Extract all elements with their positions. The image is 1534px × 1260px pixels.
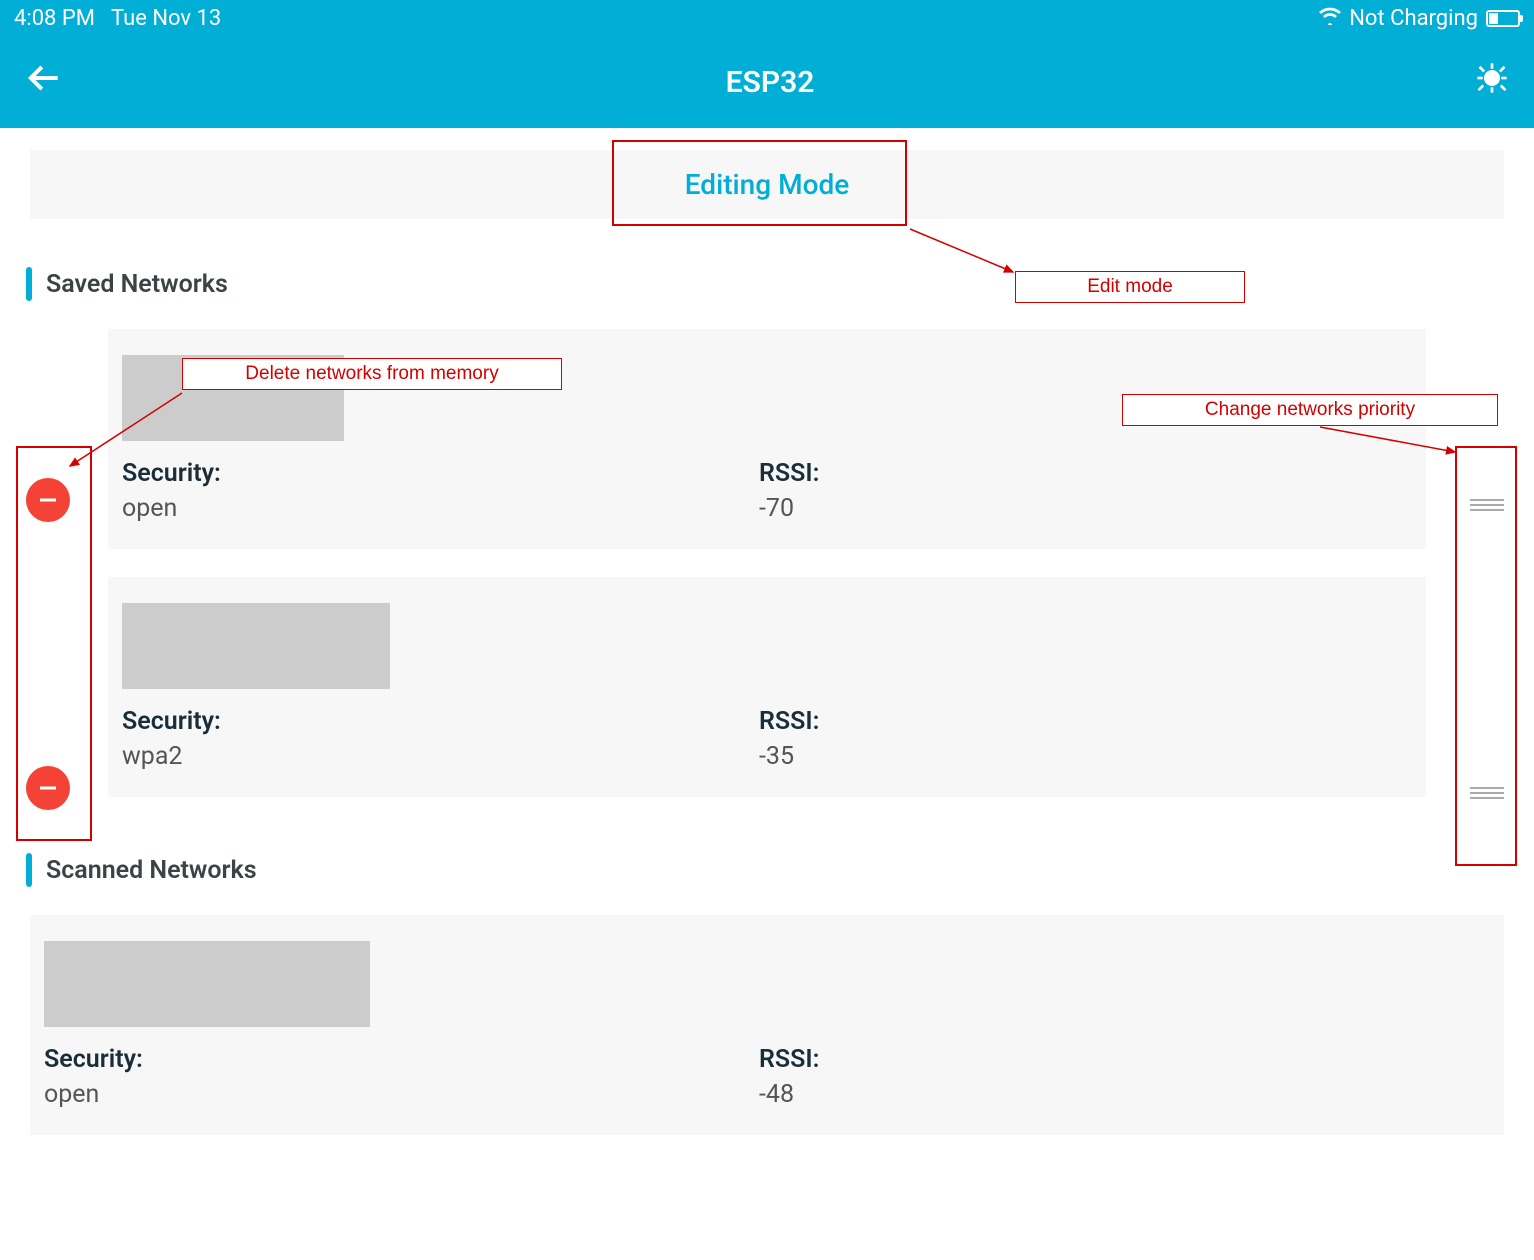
section-accent-bar [26,853,32,887]
scanned-network-card[interactable]: Security: open RSSI: -48 [30,915,1504,1135]
reorder-grip-icon[interactable] [1470,784,1504,802]
saved-network-card[interactable]: Security: open RSSI: -70 [108,329,1426,549]
security-value: open [44,1080,759,1109]
security-value: wpa2 [122,742,759,771]
battery-icon [1486,10,1520,27]
network-name-placeholder [44,941,370,1027]
editing-mode-bar[interactable]: Editing Mode [30,150,1504,219]
section-accent-bar [26,267,32,301]
delete-network-button[interactable] [26,478,70,522]
editing-mode-label: Editing Mode [685,168,850,201]
reorder-grip-icon[interactable] [1470,496,1504,514]
rssi-label: RSSI: [759,707,1396,736]
rssi-label: RSSI: [759,1045,1474,1074]
section-header-saved: Saved Networks [26,267,1534,301]
back-button[interactable] [26,59,64,106]
rssi-value: -48 [759,1080,1474,1109]
section-title-scanned: Scanned Networks [46,856,257,885]
network-name-placeholder [122,603,390,689]
rssi-value: -35 [759,742,1396,771]
network-name-placeholder [122,355,344,441]
security-value: open [122,494,759,523]
rssi-value: -70 [759,494,1396,523]
rssi-label: RSSI: [759,459,1396,488]
delete-network-button[interactable] [26,766,70,810]
status-charging: Not Charging [1349,6,1478,31]
security-label: Security: [122,707,759,736]
section-title-saved: Saved Networks [46,270,228,299]
status-bar: 4:08 PM Tue Nov 13 Not Charging [0,0,1534,36]
debug-icon[interactable] [1476,62,1508,102]
wifi-icon [1319,6,1341,31]
status-time: 4:08 PM [14,6,95,31]
security-label: Security: [44,1045,759,1074]
status-date: Tue Nov 13 [111,6,221,31]
page-title: ESP32 [726,65,815,100]
app-bar: ESP32 [0,36,1534,128]
section-header-scanned: Scanned Networks [26,853,1534,887]
saved-network-card[interactable]: Security: wpa2 RSSI: -35 [108,577,1426,797]
security-label: Security: [122,459,759,488]
